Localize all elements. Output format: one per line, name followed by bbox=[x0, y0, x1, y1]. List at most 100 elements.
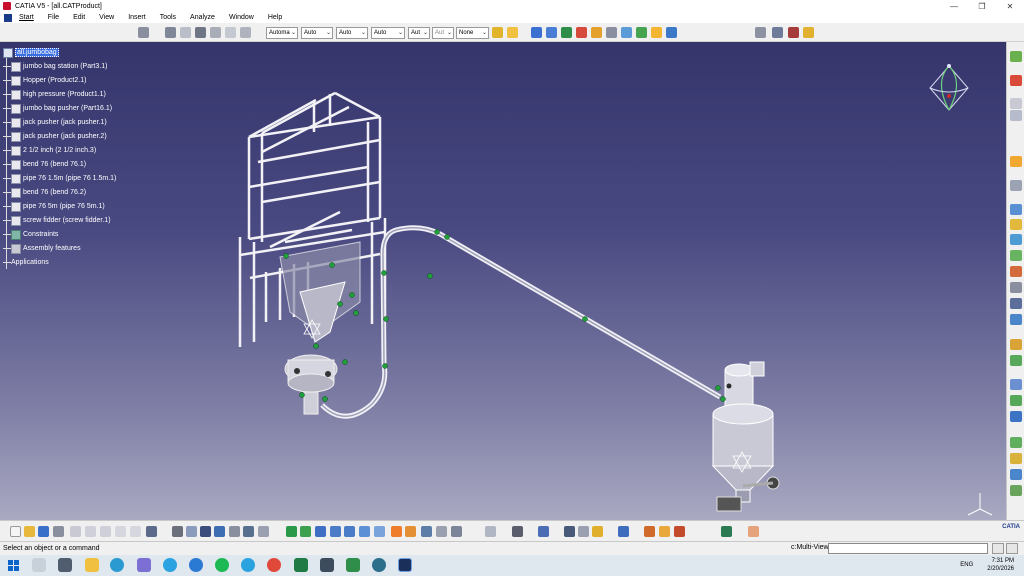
manipulation-icon[interactable] bbox=[1010, 156, 1022, 167]
edge-icon[interactable] bbox=[110, 558, 124, 572]
settings-icon[interactable] bbox=[137, 558, 151, 572]
reuse-pattern-icon[interactable] bbox=[1010, 266, 1022, 277]
update-icon[interactable] bbox=[1010, 469, 1022, 480]
symmetry-icon[interactable] bbox=[1010, 379, 1022, 390]
pocket-icon[interactable] bbox=[1010, 314, 1022, 325]
constraint-icon[interactable] bbox=[531, 27, 542, 38]
solitaire-icon[interactable] bbox=[346, 558, 360, 572]
language-indicator[interactable]: ENG bbox=[960, 562, 973, 568]
normal-view-icon[interactable] bbox=[359, 526, 370, 537]
file-explorer-icon[interactable] bbox=[85, 558, 99, 572]
menu-insert[interactable]: Insert bbox=[121, 14, 153, 21]
tree-item[interactable]: jack pusher (jack pusher.2) bbox=[3, 130, 107, 143]
measure-icon[interactable] bbox=[564, 526, 575, 537]
existing-component-icon[interactable] bbox=[180, 27, 191, 38]
shading-edges-icon[interactable] bbox=[405, 526, 416, 537]
explode-icon[interactable] bbox=[1010, 204, 1022, 215]
tree-item[interactable]: jumbo bag station (Part3.1) bbox=[3, 60, 107, 73]
weld-icon[interactable] bbox=[1010, 453, 1022, 464]
graph-tree-reorder-icon[interactable] bbox=[210, 27, 221, 38]
tree-item[interactable]: pipe 76 5m (pipe 76 5m.1) bbox=[3, 200, 105, 213]
3d-viewport[interactable]: all.jumbobag jumbo bag station (Part3.1)… bbox=[0, 42, 1006, 520]
hide-show-icon[interactable] bbox=[421, 526, 432, 537]
calculator-icon[interactable] bbox=[58, 558, 72, 572]
point-type-dropdown[interactable]: Aut ⌄ bbox=[408, 27, 430, 39]
remove-icon[interactable] bbox=[1010, 355, 1022, 366]
tree-item[interactable]: Applications bbox=[3, 256, 49, 269]
open-file-icon[interactable] bbox=[24, 526, 35, 537]
assembly-model[interactable] bbox=[0, 42, 1006, 520]
flexible-rigid-icon[interactable] bbox=[651, 27, 662, 38]
save-icon[interactable] bbox=[38, 526, 49, 537]
angle-constraint-icon[interactable] bbox=[606, 27, 617, 38]
tree-item[interactable]: screw fidder (screw fidder.1) bbox=[3, 214, 111, 227]
menu-help[interactable]: Help bbox=[261, 14, 289, 21]
menu-window[interactable]: Window bbox=[222, 14, 261, 21]
print-icon[interactable] bbox=[53, 526, 64, 537]
add-icon[interactable] bbox=[1010, 339, 1022, 350]
line-type-dropdown[interactable]: Auto ⌄ bbox=[371, 27, 405, 39]
tree-item[interactable]: 2 1/2 inch (2 1/2 inch.3) bbox=[3, 144, 96, 157]
scene-icon[interactable] bbox=[1010, 411, 1022, 422]
pan-icon[interactable] bbox=[300, 526, 311, 537]
task-view-icon[interactable] bbox=[32, 558, 46, 572]
browser-icon[interactable] bbox=[189, 558, 203, 572]
fly-mode-icon[interactable] bbox=[258, 526, 269, 537]
warning-icon[interactable] bbox=[592, 526, 603, 537]
whats-this-icon[interactable] bbox=[146, 526, 157, 537]
hole-icon[interactable] bbox=[1010, 298, 1022, 309]
layer-dropdown[interactable]: None ⌄ bbox=[456, 27, 489, 39]
rendering-style-dropdown[interactable]: Aut ⌄ bbox=[432, 27, 454, 39]
iso-view-icon[interactable] bbox=[374, 526, 385, 537]
new-product-icon[interactable] bbox=[1010, 110, 1022, 121]
compass-reset-icon[interactable] bbox=[538, 526, 549, 537]
tool-icon[interactable] bbox=[372, 558, 386, 572]
zoom-out-icon[interactable] bbox=[344, 526, 355, 537]
render-icon[interactable] bbox=[659, 526, 670, 537]
replace-component-icon[interactable] bbox=[195, 27, 206, 38]
tree-item[interactable]: pipe 76 1.5m (pipe 76 1.5m.1) bbox=[3, 172, 116, 185]
menu-start[interactable]: Start bbox=[12, 14, 41, 21]
redo-icon[interactable] bbox=[130, 526, 141, 537]
telegram-icon[interactable] bbox=[163, 558, 177, 572]
transparency-dropdown[interactable]: Auto ⌄ bbox=[301, 27, 333, 39]
start-menu-icon[interactable] bbox=[4, 13, 12, 22]
catalog-icon[interactable] bbox=[200, 526, 211, 537]
app-icon[interactable] bbox=[320, 558, 334, 572]
command-history-button[interactable] bbox=[992, 543, 1004, 554]
text-annotation-icon[interactable] bbox=[1010, 485, 1022, 496]
fit-all-icon[interactable] bbox=[286, 526, 297, 537]
command-clear-button[interactable] bbox=[1006, 543, 1018, 554]
close-button[interactable]: ✕ bbox=[996, 0, 1024, 12]
shading-icon[interactable] bbox=[391, 526, 402, 537]
multi-view-icon[interactable] bbox=[451, 526, 462, 537]
multi-instantiation-icon[interactable] bbox=[1010, 234, 1022, 245]
generate-numbering-icon[interactable] bbox=[225, 27, 236, 38]
bill-of-material-icon[interactable] bbox=[1010, 395, 1022, 406]
cut-icon[interactable] bbox=[70, 526, 81, 537]
snap-icon[interactable] bbox=[1010, 180, 1022, 191]
camera-icon[interactable] bbox=[512, 526, 523, 537]
restore-button[interactable]: ❐ bbox=[968, 0, 996, 12]
grid-icon[interactable] bbox=[485, 526, 496, 537]
chrome-icon[interactable] bbox=[267, 558, 281, 572]
measure-item-icon[interactable] bbox=[772, 27, 783, 38]
grid-snap-icon[interactable] bbox=[748, 526, 759, 537]
knowledge-icon[interactable] bbox=[186, 526, 197, 537]
menu-file[interactable]: File bbox=[41, 14, 66, 21]
telegram-desktop-icon[interactable] bbox=[241, 558, 255, 572]
apply-material-icon[interactable] bbox=[674, 526, 685, 537]
windows-start-icon[interactable] bbox=[8, 560, 19, 571]
fix-component-icon[interactable] bbox=[546, 27, 557, 38]
tree-item[interactable]: Assembly features bbox=[3, 242, 81, 255]
contact-constraint-icon[interactable] bbox=[576, 27, 587, 38]
fast-multi-instantiation-icon[interactable] bbox=[1010, 250, 1022, 261]
minimize-button[interactable]: — bbox=[940, 0, 968, 12]
tree-item[interactable]: bend 76 (bend 76.1) bbox=[3, 158, 86, 171]
menu-analyze[interactable]: Analyze bbox=[183, 14, 222, 21]
menu-tools[interactable]: Tools bbox=[153, 14, 183, 21]
fix-together-icon[interactable] bbox=[621, 27, 632, 38]
tree-item[interactable]: Constraints bbox=[3, 228, 58, 241]
line-thickness-dropdown[interactable]: Auto ⌄ bbox=[336, 27, 368, 39]
quick-constraint-icon[interactable] bbox=[636, 27, 647, 38]
